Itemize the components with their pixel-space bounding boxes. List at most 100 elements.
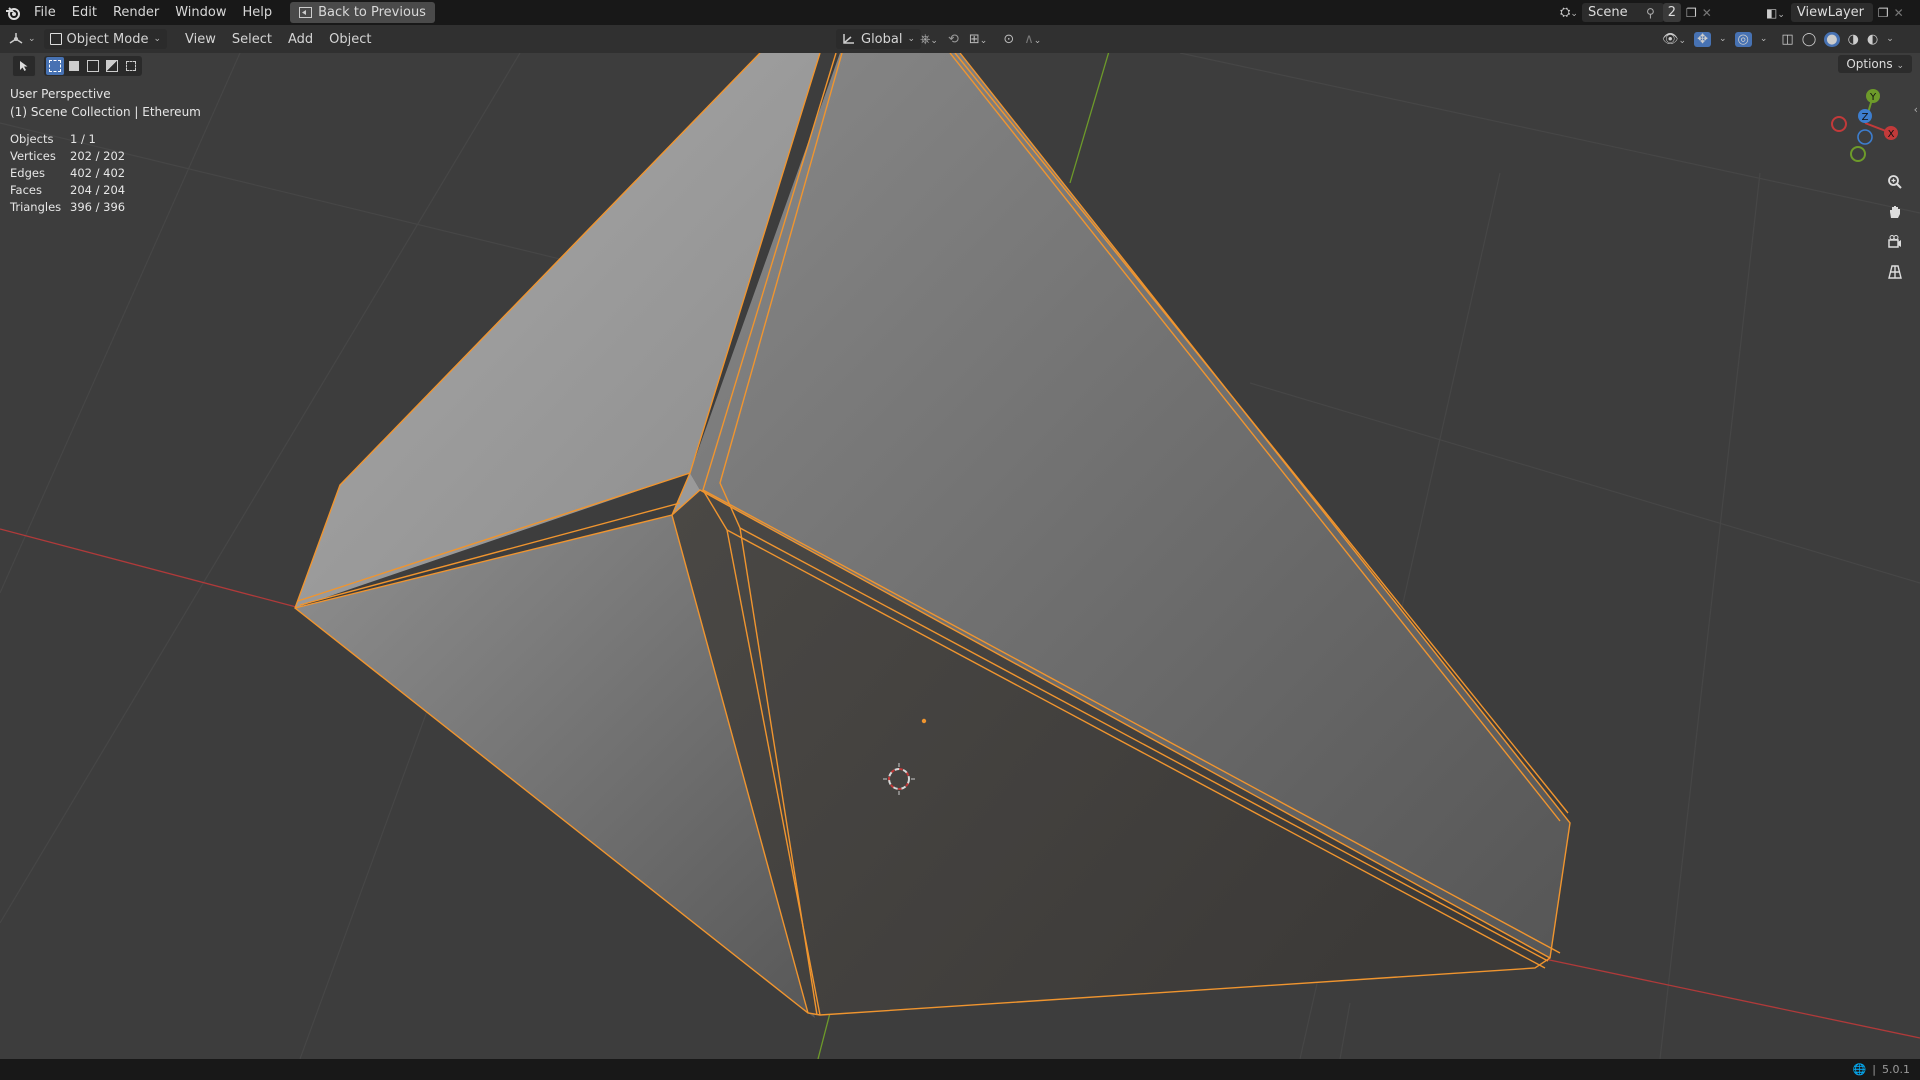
transform-tools: ⎈⌄ ⟲ ⊞⌄ ⊙ ∧⌄	[920, 32, 1041, 47]
shading-wireframe-icon[interactable]: ◯	[1802, 32, 1817, 47]
delete-view-layer-icon[interactable]: ✕	[1894, 6, 1904, 20]
editor-type-button[interactable]: ⌄	[0, 25, 44, 53]
mode-dropdown[interactable]: Object Mode ⌄	[43, 29, 167, 49]
gizmo-toggle-icon[interactable]: ✥	[1694, 31, 1711, 47]
status-separator: |	[1872, 1063, 1876, 1076]
x-axis-line	[0, 528, 301, 609]
y-axis-line-bottom	[817, 1012, 831, 1059]
sidebar-toggle-icon[interactable]: ‹	[1914, 103, 1918, 116]
view-layer-icon[interactable]: ◧⌄	[1766, 6, 1785, 20]
chevron-down-icon: ⌄	[1759, 34, 1768, 44]
options-dropdown[interactable]: Options ⌄	[1838, 55, 1912, 73]
object-mode-icon	[49, 33, 62, 45]
3d-viewport-icon	[9, 33, 23, 44]
blender-window: File Edit Render Window Help Back to Pre…	[0, 0, 1920, 1080]
chevron-down-icon: ⌄	[907, 34, 916, 44]
select-invert-icon[interactable]	[103, 57, 121, 75]
menu-object[interactable]: Object	[321, 27, 379, 52]
scene-icon[interactable]: ⛭⌄	[1560, 5, 1578, 20]
chevron-down-icon: ⌄	[1718, 34, 1727, 44]
shading-material-icon[interactable]: ◑	[1848, 32, 1859, 47]
snap-target-icon[interactable]: ⊞⌄	[969, 32, 987, 47]
viewport-tool-row	[12, 55, 142, 77]
shading-rendered-icon[interactable]: ◐	[1867, 32, 1878, 47]
top-menu-bar: File Edit Render Window Help Back to Pre…	[0, 0, 1920, 25]
blender-version: 5.0.1	[1882, 1063, 1910, 1076]
falloff-icon[interactable]: ∧⌄	[1024, 32, 1041, 47]
viewport-display-controls: 👁⌄ ✥ ⌄ ◎ ⌄ ◫ ◯ ● ◑ ◐ ⌄	[1662, 31, 1894, 47]
delete-scene-icon[interactable]: ✕	[1702, 6, 1712, 20]
pin-icon[interactable]: ⚲	[1646, 6, 1655, 20]
orientation-label: Global	[861, 31, 903, 47]
viewport-info-overlay: User Perspective (1) Scene Collection | …	[10, 85, 201, 216]
menu-window[interactable]: Window	[167, 0, 234, 25]
navigation-gizmo[interactable]: Y X Z	[1825, 83, 1905, 163]
new-scene-icon[interactable]: ❐	[1686, 6, 1697, 20]
status-bar: 🌐 | 5.0.1	[0, 1059, 1920, 1080]
select-intersect-icon[interactable]	[122, 57, 140, 75]
y-axis-line	[1069, 53, 1110, 184]
back-icon	[299, 7, 313, 18]
menu-file[interactable]: File	[26, 0, 64, 25]
perspective-grid-icon[interactable]	[1882, 259, 1908, 285]
stat-objects: Objects 1 / 1	[10, 132, 96, 146]
menu-view[interactable]: View	[177, 27, 224, 52]
back-button-label: Back to Previous	[318, 5, 426, 20]
shading-solid-icon[interactable]: ●	[1824, 31, 1840, 47]
back-to-previous-button[interactable]: Back to Previous	[290, 2, 435, 23]
transform-orientation-dropdown[interactable]: Global ⌄	[836, 29, 922, 49]
neg-x-axis[interactable]	[1831, 116, 1847, 132]
chevron-down-icon: ⌄	[28, 34, 36, 44]
select-new-icon[interactable]	[46, 57, 64, 75]
scene-canvas[interactable]	[0, 53, 1920, 1059]
pivot-point-icon[interactable]: ⎈⌄	[920, 32, 938, 47]
mode-label: Object Mode	[66, 31, 149, 47]
select-extend-icon[interactable]	[65, 57, 83, 75]
stat-faces: Faces 204 / 204	[10, 183, 126, 197]
x-axis-label: X	[1888, 129, 1895, 140]
options-label: Options	[1846, 57, 1893, 71]
view-layer-selector: ◧⌄ ViewLayer ❐ ✕	[1766, 0, 1904, 25]
proportional-editing-icon[interactable]: ⊙	[1003, 32, 1014, 47]
stat-vertices: Vertices 202 / 202	[10, 149, 126, 163]
3d-viewport[interactable]: Options ⌄ User Perspective (1) Scene Col…	[0, 53, 1920, 1059]
chevron-down-icon[interactable]: ⌄	[1886, 34, 1894, 44]
neg-y-axis[interactable]	[1850, 146, 1866, 162]
xray-toggle-icon[interactable]: ◫	[1781, 32, 1793, 47]
zoom-icon[interactable]	[1882, 169, 1908, 195]
selection-mode-group	[44, 56, 142, 76]
menu-edit[interactable]: Edit	[64, 0, 105, 25]
camera-view-icon[interactable]	[1882, 229, 1908, 255]
view-layer-field[interactable]: ViewLayer	[1790, 3, 1873, 22]
overlays-toggle-icon[interactable]: ◎	[1734, 31, 1752, 47]
snap-icon[interactable]: ⟲	[948, 32, 959, 47]
stat-edges: Edges 402 / 402	[10, 166, 126, 180]
z-axis-label: Z	[1862, 112, 1869, 123]
viewport-header: ⌄ Object Mode ⌄ View Select Add Object G…	[0, 25, 1920, 53]
chevron-down-icon: ⌄	[153, 34, 161, 44]
cursor-arrow-icon	[20, 61, 28, 71]
collection-info: (1) Scene Collection | Ethereum	[10, 105, 201, 119]
view-name: User Perspective	[10, 87, 111, 101]
blender-logo-icon[interactable]	[0, 0, 26, 25]
scene-selector: ⛭⌄ Scene ⚲ 2 ❐ ✕	[1560, 0, 1712, 25]
menu-add[interactable]: Add	[280, 27, 321, 52]
orientation-icon	[843, 34, 854, 44]
select-subtract-icon[interactable]	[84, 57, 102, 75]
scene-users-count: 2	[1662, 3, 1682, 22]
scene-statistics: Objects 1 / 1 Vertices 202 / 202 Edges 402 …	[10, 131, 201, 216]
neg-z-axis[interactable]	[1857, 129, 1873, 145]
object-origin	[921, 718, 927, 724]
menu-help[interactable]: Help	[235, 0, 281, 25]
y-axis-label: Y	[1869, 92, 1877, 103]
mesh-ethereum[interactable]	[294, 53, 1571, 1018]
menu-render[interactable]: Render	[105, 0, 167, 25]
new-view-layer-icon[interactable]: ❐	[1878, 6, 1889, 20]
select-tool-button[interactable]	[12, 55, 36, 77]
visibility-icon[interactable]: 👁⌄	[1662, 32, 1686, 47]
x-axis-line-right	[1539, 957, 1920, 1039]
network-icon: 🌐	[1852, 1063, 1867, 1076]
menu-select[interactable]: Select	[224, 27, 280, 52]
stat-triangles: Triangles 396 / 396	[10, 200, 126, 214]
pan-hand-icon[interactable]	[1882, 199, 1908, 225]
